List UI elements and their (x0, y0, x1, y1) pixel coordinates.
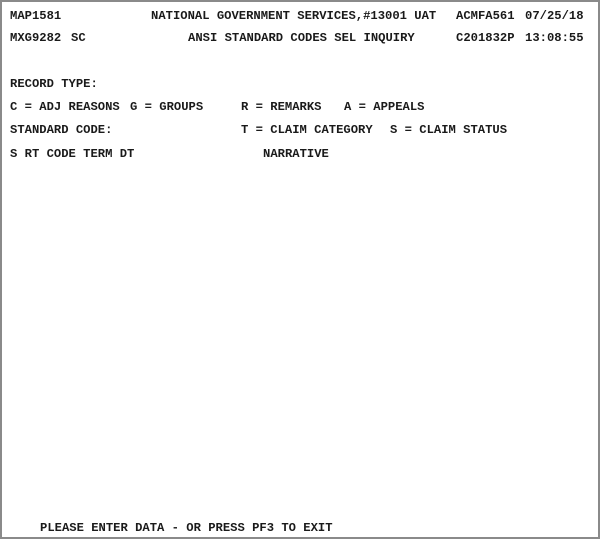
results-column-headers: S RT CODE TERM DT (10, 147, 135, 161)
record-type-input[interactable] (106, 77, 116, 91)
map-id: MAP1581 (10, 9, 62, 23)
option-appeals: A = APPEALS (344, 100, 425, 114)
option-adj-reasons: C = ADJ REASONS (10, 100, 120, 114)
time: 13:08:55 (525, 31, 584, 45)
narrative-column-header: NARRATIVE (263, 147, 329, 161)
user-id: C201832P (456, 31, 515, 45)
option-remarks: R = REMARKS (241, 100, 322, 114)
terminal-id: ACMFA561 (456, 9, 515, 23)
results-list (10, 168, 590, 508)
screen-id: MXG9282 (10, 31, 62, 45)
terminal-screen: MAP1581 NATIONAL GOVERNMENT SERVICES,#13… (0, 0, 600, 539)
date: 07/25/18 (525, 9, 584, 23)
status-message: PLEASE ENTER DATA - OR PRESS PF3 TO EXIT (40, 521, 333, 535)
org-title: NATIONAL GOVERNMENT SERVICES,#13001 UAT (151, 9, 437, 23)
option-claim-status: S = CLAIM STATUS (390, 123, 508, 137)
standard-code-label: STANDARD CODE: (10, 123, 113, 137)
option-groups: G = GROUPS (130, 100, 204, 114)
option-claim-category: T = CLAIM CATEGORY (241, 123, 373, 137)
record-type-label: RECORD TYPE: (10, 77, 98, 91)
standard-code-input[interactable] (120, 123, 220, 137)
function-code: SC (71, 31, 86, 45)
screen-title: ANSI STANDARD CODES SEL INQUIRY (188, 31, 415, 45)
